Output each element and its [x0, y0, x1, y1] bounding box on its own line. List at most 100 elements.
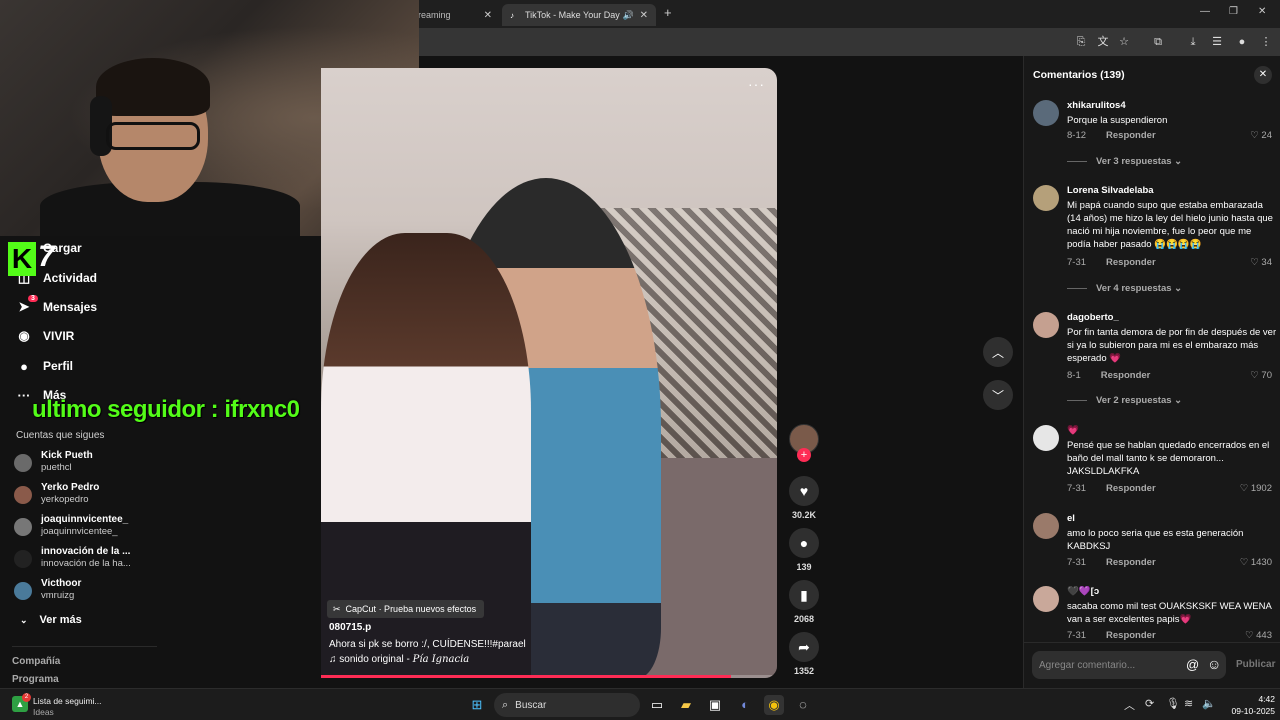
following-account[interactable]: Kick Pueth puethcl	[14, 450, 314, 478]
account-name: Victhoor	[41, 578, 82, 589]
account-handle: joaquinnvicentee_	[41, 526, 118, 537]
video-username[interactable]: 080715.p	[329, 622, 371, 633]
following-account[interactable]: innovación de la ... innovación de la ha…	[14, 546, 314, 574]
profile-avatar-icon[interactable]: ●	[1235, 35, 1249, 49]
reading-list-icon[interactable]: ☰	[1210, 35, 1224, 49]
comment-like-button[interactable]: ♡ 1430	[1240, 557, 1272, 568]
tab-streaming[interactable]: reaming ✕	[418, 4, 500, 26]
sidebar-item-messages[interactable]: ➤ 3 Mensajes	[14, 295, 97, 317]
view-replies-button[interactable]: Ver 4 respuestas ⌄	[1067, 283, 1182, 294]
wifi-icon[interactable]: ≋	[1184, 697, 1193, 710]
messages-icon: ➤ 3	[14, 295, 38, 316]
reply-button[interactable]: Responder	[1106, 557, 1156, 568]
clock-time: 4:42	[1258, 694, 1275, 704]
comment-date: 7-31	[1067, 630, 1087, 641]
taskbar-search[interactable]: ⌕ Buscar	[494, 693, 640, 717]
divider	[12, 646, 157, 647]
video-player[interactable]: ··· ✂ CapCut · Prueba nuevos efectos 080…	[321, 68, 777, 678]
comment-like-button[interactable]: ♡ 34	[1250, 257, 1272, 268]
mention-icon[interactable]: @	[1186, 657, 1199, 672]
new-tab-button[interactable]: +	[664, 5, 672, 20]
search-icon: ⌕	[502, 698, 509, 711]
post-button[interactable]: Publicar	[1236, 659, 1275, 670]
sidebar-item-live[interactable]: ◉ VIVIR	[14, 326, 74, 346]
view-replies-button[interactable]: Ver 2 respuestas ⌄	[1067, 395, 1182, 406]
download-icon[interactable]: ⤓	[1186, 35, 1200, 49]
comment-date: 7-31	[1067, 257, 1087, 268]
sync-icon[interactable]: ⟳	[1145, 697, 1154, 710]
tab-tiktok[interactable]: ♪ TikTok - Make Your Day 🔊 ✕	[502, 4, 656, 26]
menu-icon[interactable]: ⋮	[1259, 35, 1273, 49]
speaker-icon[interactable]: 🔊	[623, 10, 634, 21]
avatar[interactable]	[1033, 425, 1059, 451]
app-icon[interactable]: ◌	[793, 695, 813, 715]
comment-like-button[interactable]: ♡ 443	[1245, 630, 1272, 641]
previous-video-button[interactable]: ︿	[983, 337, 1013, 367]
comment-user[interactable]: Lorena Silvadelaba	[1067, 185, 1154, 196]
following-account[interactable]: joaquinnvicentee_ joaquinnvicentee_	[14, 514, 314, 542]
chrome-icon[interactable]: ◉	[764, 695, 784, 715]
view-replies-button[interactable]: Ver 3 respuestas ⌄	[1067, 156, 1182, 167]
reply-button[interactable]: Responder	[1101, 370, 1151, 381]
avatar[interactable]	[1033, 513, 1059, 539]
like-button[interactable]: ♥ 30.2K	[787, 476, 821, 520]
comment-user[interactable]: el	[1067, 513, 1075, 524]
follow-plus-icon[interactable]: +	[797, 448, 811, 462]
comment-button[interactable]: ● 139	[787, 528, 821, 572]
task-view-icon[interactable]: ▭	[647, 695, 667, 715]
avatar[interactable]	[1033, 185, 1059, 211]
reply-button[interactable]: Responder	[1106, 130, 1156, 141]
cast-icon[interactable]: ⎘	[1074, 35, 1088, 49]
reply-button[interactable]: Responder	[1106, 257, 1156, 268]
comment-date: 8-12	[1067, 130, 1087, 141]
sidebar-item-profile[interactable]: ● Perfil	[14, 356, 73, 376]
more-options-icon[interactable]: ···	[748, 76, 765, 92]
avatar[interactable]	[1033, 100, 1059, 126]
taskbar-widget[interactable]: ▲ 2 Lista de seguimi... Ideas	[12, 693, 162, 717]
chevron-up-icon[interactable]: ︿	[1124, 697, 1135, 713]
comment-like-button[interactable]: ♡ 1902	[1240, 483, 1272, 494]
video-sound[interactable]: ♫ sonido original - Pía Ignacia	[329, 654, 469, 665]
system-clock[interactable]: 4:42 09-10-2025	[1219, 693, 1275, 717]
minimize-icon[interactable]: —	[1200, 6, 1210, 17]
account-handle: innovación de la ha...	[41, 558, 131, 569]
following-account[interactable]: Yerko Pedro yerkopedro	[14, 482, 314, 510]
comment-like-button[interactable]: ♡ 24	[1250, 130, 1272, 141]
see-more-button[interactable]: ⌄ Ver más	[20, 614, 82, 626]
windows-start-icon[interactable]: ⊞	[467, 695, 487, 715]
avatar[interactable]	[1033, 586, 1059, 612]
save-button[interactable]: ▮ 2068	[787, 580, 821, 624]
comment-user[interactable]: xhikarulitos4	[1067, 100, 1126, 111]
footer-link-program[interactable]: Programa	[12, 674, 59, 685]
footer-link-company[interactable]: Compañía	[12, 656, 60, 667]
following-account[interactable]: Victhoor vmruizg	[14, 578, 314, 606]
close-icon[interactable]: ✕	[1254, 66, 1272, 84]
translate-icon[interactable]: 文	[1096, 35, 1110, 49]
comment-like-count: 24	[1261, 130, 1272, 141]
emoji-icon[interactable]: ☺	[1207, 656, 1221, 672]
avatar[interactable]	[1033, 312, 1059, 338]
close-tab-icon[interactable]: ✕	[640, 10, 648, 21]
capcut-effect-tag[interactable]: ✂ CapCut · Prueba nuevos efectos	[327, 600, 485, 618]
comment-like-button[interactable]: ♡ 70	[1250, 370, 1272, 381]
video-progress-bar[interactable]	[321, 675, 777, 678]
reply-button[interactable]: Responder	[1106, 630, 1156, 641]
microphone-icon[interactable]: 🎙	[1166, 697, 1180, 710]
bookmark-star-icon[interactable]: ☆	[1117, 35, 1131, 49]
volume-icon[interactable]: 🔈	[1202, 697, 1216, 710]
restore-icon[interactable]: ❐	[1229, 6, 1238, 17]
messages-badge: 3	[28, 295, 38, 302]
file-explorer-icon[interactable]: ▰	[676, 695, 696, 715]
reply-button[interactable]: Responder	[1106, 483, 1156, 494]
store-icon[interactable]: ▣	[705, 695, 725, 715]
comment-user[interactable]: dagoberto_	[1067, 312, 1119, 323]
comment-icon: ●	[789, 528, 819, 558]
discord-icon[interactable]: ◐	[735, 695, 755, 715]
comment-user[interactable]: 💗	[1067, 425, 1079, 436]
comment-user[interactable]: 🖤💜[ↄ	[1067, 586, 1099, 597]
close-tab-icon[interactable]: ✕	[484, 10, 492, 21]
next-video-button[interactable]: ﹀	[983, 380, 1013, 410]
share-button[interactable]: ➦ 1352	[787, 632, 821, 676]
extensions-icon[interactable]: ⧉	[1151, 35, 1165, 49]
close-window-icon[interactable]: ✕	[1258, 6, 1266, 17]
